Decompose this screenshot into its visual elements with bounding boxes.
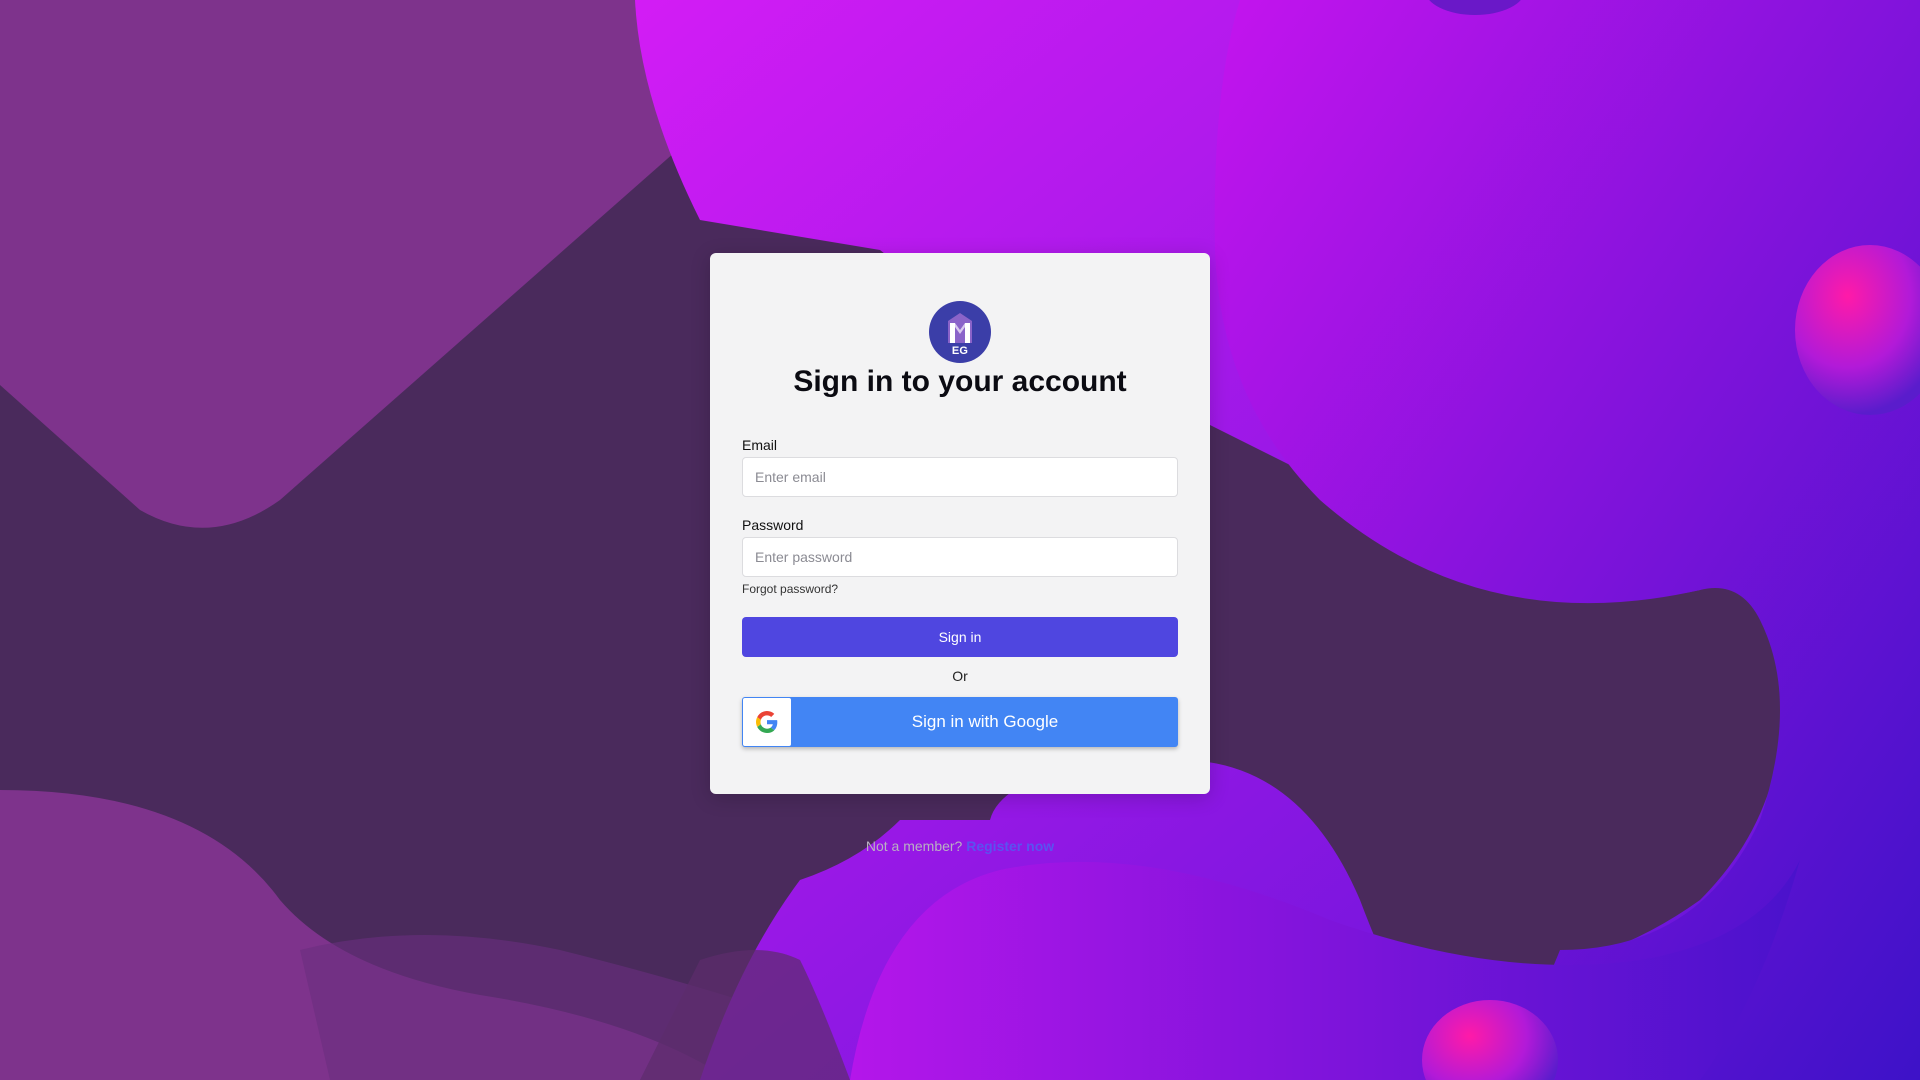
or-divider-text: Or: [952, 668, 968, 684]
register-now-link[interactable]: Register now: [966, 838, 1054, 854]
email-field[interactable]: [742, 457, 1178, 497]
logo-text: EG: [951, 345, 969, 357]
password-field[interactable]: [742, 537, 1178, 577]
email-label: Email: [742, 437, 778, 453]
forgot-password-link[interactable]: Forgot password?: [742, 582, 838, 596]
register-prompt: Not a member? Register now: [0, 838, 1920, 854]
google-icon-container: [743, 698, 791, 746]
google-sign-in-button[interactable]: Sign in with Google: [742, 697, 1178, 747]
sign-in-button[interactable]: Sign in: [742, 617, 1178, 657]
not-member-text: Not a member?: [865, 838, 963, 854]
google-g-icon: [756, 711, 778, 733]
app-logo: EG: [929, 301, 991, 363]
page-title: Sign in to your account: [793, 365, 1127, 398]
signin-card: EG Sign in to your account Email Passwor…: [710, 253, 1210, 794]
google-sign-in-label: Sign in with Google: [911, 712, 1059, 731]
password-label: Password: [742, 517, 804, 533]
